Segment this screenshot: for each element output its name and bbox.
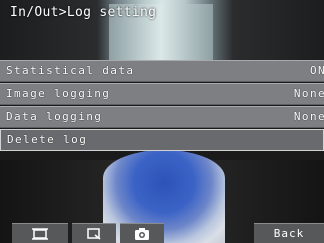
menu-item-statistical-data[interactable]: Statistical data ON <box>0 60 324 82</box>
camera-icon <box>135 227 149 240</box>
display-frame-icon <box>32 227 48 240</box>
menu-item-label: Data logging <box>6 110 103 123</box>
settings-menu: Statistical data ON Image logging None D… <box>0 60 324 152</box>
menu-item-value: ON <box>309 64 324 77</box>
menu-item-delete-log[interactable]: Delete log <box>0 129 324 151</box>
back-button[interactable]: Back <box>254 223 324 243</box>
page-title: In/Out>Log setting <box>10 5 157 20</box>
menu-item-label: Delete log <box>7 133 88 146</box>
menu-item-label: Image logging <box>6 87 111 100</box>
menu-item-value: None <box>293 110 324 123</box>
bottom-toolbar: Back <box>0 223 324 243</box>
menu-item-label: Statistical data <box>6 64 135 77</box>
menu-item-image-logging[interactable]: Image logging None <box>0 83 324 105</box>
capture-button[interactable] <box>120 223 164 243</box>
zoom-icon <box>87 227 101 240</box>
display-frame-button[interactable] <box>12 223 68 243</box>
menu-item-data-logging[interactable]: Data logging None <box>0 106 324 128</box>
menu-item-value: None <box>293 87 324 100</box>
log-setting-screen: In/Out>Log setting Statistical data ON I… <box>0 0 324 243</box>
zoom-button[interactable] <box>72 223 116 243</box>
